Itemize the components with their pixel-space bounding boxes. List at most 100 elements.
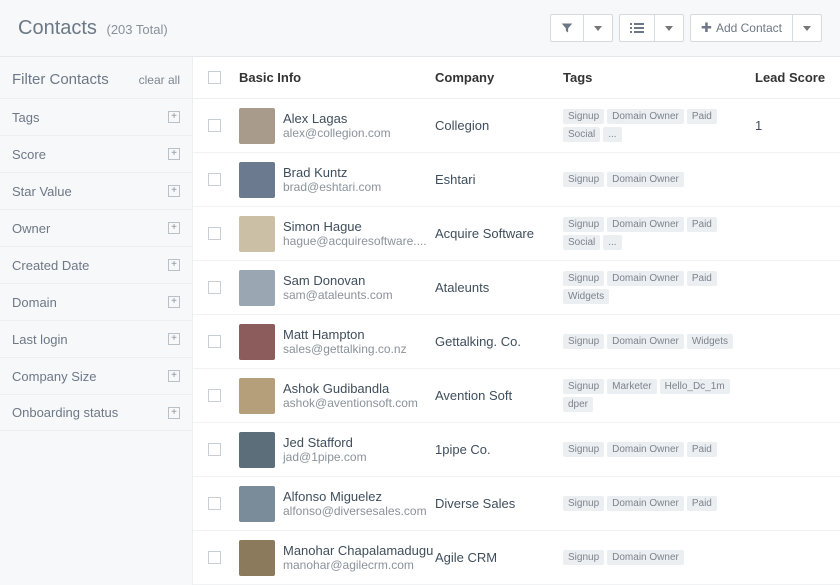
contact-company: Diverse Sales	[435, 496, 563, 511]
add-contact-button[interactable]: ✚ Add Contact	[690, 14, 793, 42]
row-checkbox[interactable]	[208, 227, 221, 240]
tag-list: SignupDomain OwnerPaid	[563, 442, 755, 457]
row-checkbox[interactable]	[208, 551, 221, 564]
table-row[interactable]: Manohar Chapalamadugumanohar@agilecrm.co…	[193, 531, 840, 585]
avatar	[239, 378, 275, 414]
filter-item[interactable]: Last login	[0, 320, 192, 357]
tag[interactable]: Paid	[687, 496, 717, 511]
contact-email: hague@acquiresoftware....	[283, 234, 427, 248]
tag[interactable]: Signup	[563, 442, 604, 457]
tag[interactable]: Social	[563, 127, 600, 142]
row-checkbox[interactable]	[208, 281, 221, 294]
tag[interactable]: Domain Owner	[607, 550, 684, 565]
filter-item[interactable]: Owner	[0, 209, 192, 246]
table-body: Alex Lagasalex@collegion.comCollegionSig…	[193, 99, 840, 585]
clear-all-link[interactable]: clear all	[139, 73, 180, 87]
avatar	[239, 324, 275, 360]
contact-name: Alfonso Miguelez	[283, 489, 427, 504]
topbar: Contacts (203 Total) ✚ Add Contact	[0, 0, 840, 57]
tag[interactable]: Signup	[563, 496, 604, 511]
contact-company: 1pipe Co.	[435, 442, 563, 457]
view-button[interactable]	[619, 14, 655, 42]
tag[interactable]: ...	[603, 235, 621, 250]
filter-label: Star Value	[12, 184, 72, 199]
filter-label: Domain	[12, 295, 57, 310]
filter-item[interactable]: Created Date	[0, 246, 192, 283]
tag[interactable]: Domain Owner	[607, 334, 684, 349]
tag[interactable]: dper	[563, 397, 593, 412]
add-contact-dropdown-button[interactable]	[793, 14, 822, 42]
filter-item[interactable]: Star Value	[0, 172, 192, 209]
table-row[interactable]: Simon Haguehague@acquiresoftware....Acqu…	[193, 207, 840, 261]
tag[interactable]: Widgets	[563, 289, 609, 304]
tag[interactable]: Signup	[563, 109, 604, 124]
expand-icon	[168, 407, 180, 419]
row-checkbox[interactable]	[208, 389, 221, 402]
tag[interactable]: Signup	[563, 379, 604, 394]
table-row[interactable]: Alfonso Miguelezalfonso@diversesales.com…	[193, 477, 840, 531]
filter-item[interactable]: Score	[0, 135, 192, 172]
row-checkbox[interactable]	[208, 335, 221, 348]
tag[interactable]: Paid	[687, 442, 717, 457]
filter-dropdown-button[interactable]	[584, 14, 613, 42]
contact-company: Eshtari	[435, 172, 563, 187]
filter-button[interactable]	[550, 14, 584, 42]
row-checkbox[interactable]	[208, 443, 221, 456]
filter-item[interactable]: Domain	[0, 283, 192, 320]
column-header-score[interactable]: Lead Score	[755, 70, 840, 85]
contact-email: jad@1pipe.com	[283, 450, 367, 464]
expand-icon	[168, 370, 180, 382]
contact-name: Brad Kuntz	[283, 165, 381, 180]
filter-item[interactable]: Company Size	[0, 357, 192, 394]
tag[interactable]: Domain Owner	[607, 496, 684, 511]
tag[interactable]: Widgets	[687, 334, 733, 349]
tag[interactable]: Paid	[687, 271, 717, 286]
tag[interactable]: Paid	[687, 109, 717, 124]
tag[interactable]: Domain Owner	[607, 271, 684, 286]
table-row[interactable]: Matt Hamptonsales@gettalking.co.nzGettal…	[193, 315, 840, 369]
expand-icon	[168, 296, 180, 308]
tag[interactable]: Domain Owner	[607, 217, 684, 232]
caret-down-icon	[594, 26, 602, 31]
tag[interactable]: Social	[563, 235, 600, 250]
tag[interactable]: Domain Owner	[607, 442, 684, 457]
row-checkbox[interactable]	[208, 119, 221, 132]
contact-email: alex@collegion.com	[283, 126, 391, 140]
tag[interactable]: Signup	[563, 271, 604, 286]
table-row[interactable]: Ashok Gudibandlaashok@aventionsoft.comAv…	[193, 369, 840, 423]
table-row[interactable]: Brad Kuntzbrad@eshtari.comEshtariSignupD…	[193, 153, 840, 207]
tag[interactable]: Marketer	[607, 379, 656, 394]
row-checkbox[interactable]	[208, 173, 221, 186]
tag[interactable]: Signup	[563, 172, 604, 187]
tag[interactable]: ...	[603, 127, 621, 142]
table-row[interactable]: Alex Lagasalex@collegion.comCollegionSig…	[193, 99, 840, 153]
contact-count: (203 Total)	[107, 22, 168, 37]
filter-label: Onboarding status	[12, 405, 118, 420]
contact-name: Ashok Gudibandla	[283, 381, 418, 396]
filter-item[interactable]: Tags	[0, 98, 192, 135]
filter-item[interactable]: Onboarding status	[0, 394, 192, 431]
tag[interactable]: Paid	[687, 217, 717, 232]
view-dropdown-button[interactable]	[655, 14, 684, 42]
contact-name: Alex Lagas	[283, 111, 391, 126]
contact-name: Simon Hague	[283, 219, 427, 234]
column-header-company[interactable]: Company	[435, 70, 563, 85]
table-row[interactable]: Jed Staffordjad@1pipe.com1pipe Co.Signup…	[193, 423, 840, 477]
filter-label: Owner	[12, 221, 50, 236]
page-title: Contacts (203 Total)	[18, 17, 168, 40]
tag[interactable]: Signup	[563, 550, 604, 565]
select-all-checkbox[interactable]	[208, 71, 221, 84]
column-header-tags[interactable]: Tags	[563, 70, 755, 85]
tag[interactable]: Domain Owner	[607, 109, 684, 124]
tag[interactable]: Signup	[563, 334, 604, 349]
tag-list: SignupDomain Owner	[563, 550, 755, 565]
plus-icon: ✚	[701, 20, 712, 36]
row-checkbox[interactable]	[208, 497, 221, 510]
column-header-basic[interactable]: Basic Info	[235, 70, 435, 85]
expand-icon	[168, 333, 180, 345]
tag[interactable]: Domain Owner	[607, 172, 684, 187]
expand-icon	[168, 148, 180, 160]
tag[interactable]: Signup	[563, 217, 604, 232]
tag[interactable]: Hello_Dc_1m	[660, 379, 730, 394]
table-row[interactable]: Sam Donovansam@ataleunts.comAtaleuntsSig…	[193, 261, 840, 315]
